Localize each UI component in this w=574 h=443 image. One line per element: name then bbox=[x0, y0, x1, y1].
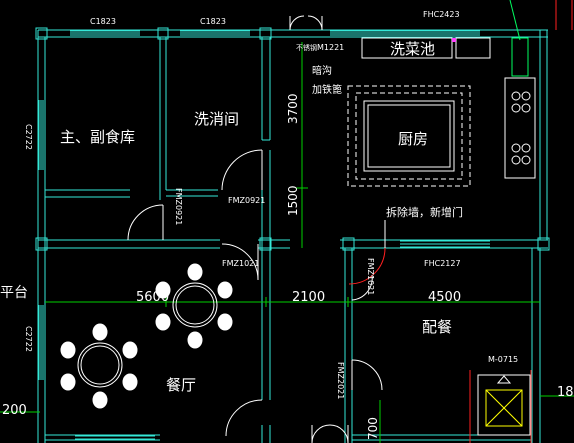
tag-m1221: 不锈钢M1221 bbox=[296, 43, 344, 52]
dim-3700: 3700 bbox=[286, 93, 300, 124]
tag-c1823-right: C1823 bbox=[200, 17, 226, 26]
dim-2100: 2100 bbox=[292, 290, 325, 305]
dim-4500: 4500 bbox=[428, 290, 461, 305]
dim-5600: 5600 bbox=[136, 290, 169, 305]
tag-m1221-prefix: 不锈钢 bbox=[296, 43, 317, 52]
dining-chairs-bottom bbox=[60, 323, 138, 409]
elevator-shaft bbox=[477, 374, 531, 436]
tag-fmz2021: FMZ2021 bbox=[336, 362, 345, 399]
tag-c1823-left: C1823 bbox=[90, 17, 116, 26]
room-washroom-label: 洗消间 bbox=[194, 110, 239, 128]
dining-table-top bbox=[172, 282, 218, 328]
red-accents bbox=[469, 0, 573, 443]
green-accent bbox=[509, 0, 521, 41]
dining-chairs-top bbox=[155, 263, 233, 349]
room-storage-label: 主、副食库 bbox=[60, 128, 135, 146]
room-serving-label: 配餐 bbox=[422, 318, 452, 336]
room-platform-label: 平台 bbox=[0, 285, 28, 301]
tag-c2722-b: C2722 bbox=[24, 326, 33, 352]
tag-m1221-code: M1221 bbox=[317, 43, 344, 52]
windows bbox=[38, 30, 490, 440]
tag-fmz0921-a: FMZ0921 bbox=[228, 196, 265, 205]
tag-fmz0921-b: FMZ0921 bbox=[174, 188, 183, 225]
kitchen-cabinets bbox=[504, 37, 536, 179]
note-grate: 加铁篦 bbox=[312, 83, 342, 96]
tag-fmz1021: FMZ1021 bbox=[222, 259, 259, 268]
tag-fhc2127: FHC2127 bbox=[424, 259, 461, 268]
sink-label: 洗菜池 bbox=[390, 40, 435, 58]
tag-m0715: M-0715 bbox=[488, 355, 518, 364]
tag-c2722-a: C2722 bbox=[24, 124, 33, 150]
dim-180: 180 bbox=[557, 385, 574, 400]
tag-fhc2423: FHC2423 bbox=[423, 10, 460, 19]
note-demolish: 拆除墙，新增门 bbox=[386, 205, 463, 219]
room-dining-label: 餐厅 bbox=[166, 376, 196, 394]
floor-plan: 主、副食库 洗消间 厨房 餐厅 配餐 平台 洗菜池 加铁篦 暗沟 拆除墙，新增门… bbox=[0, 0, 574, 443]
dim-200: 200 bbox=[2, 403, 27, 418]
magenta-marker bbox=[452, 38, 456, 42]
dining-table-bottom bbox=[77, 342, 123, 388]
note-dark-duct: 暗沟 bbox=[312, 64, 332, 77]
tag-fmz1021-right: FMZ1021 bbox=[366, 258, 375, 295]
room-kitchen-label: 厨房 bbox=[398, 130, 428, 148]
dim-1500: 1500 bbox=[286, 185, 300, 216]
dim-700: 700 bbox=[366, 417, 380, 440]
